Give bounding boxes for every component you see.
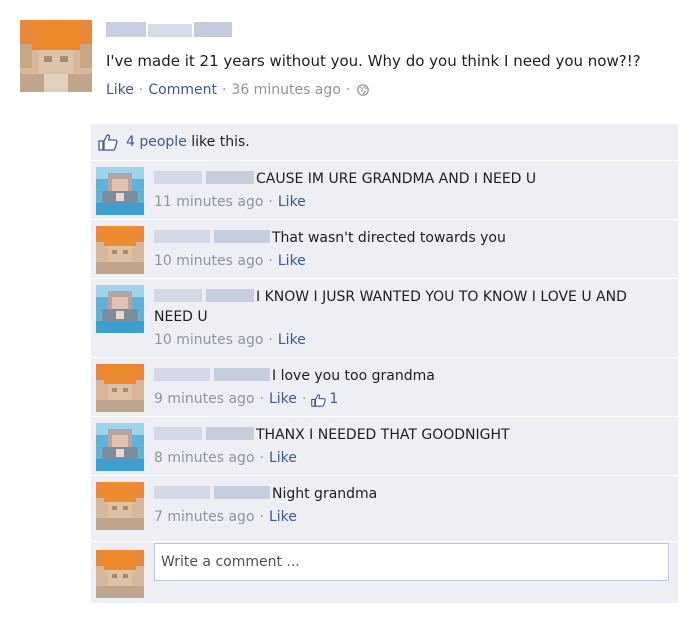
globe-icon[interactable] (357, 84, 370, 96)
likes-text-rest: like this. (186, 134, 250, 150)
poster-avatar[interactable] (96, 482, 144, 530)
comment-text: THANX I NEEDED THAT GOODNIGHT (256, 427, 510, 443)
separator-dot: · (345, 82, 351, 98)
comment-timestamp[interactable]: 10 minutes ago (154, 330, 263, 350)
separator-dot: · (268, 332, 273, 348)
comment-item: I love you too grandma 9 minutes ago · L… (91, 357, 678, 416)
comment-item: CAUSE IM URE GRANDMA AND I NEED U 11 min… (91, 160, 678, 219)
separator-dot: · (301, 391, 307, 407)
comment-timestamp[interactable]: 7 minutes ago (154, 507, 255, 527)
commenter-name-blurred[interactable] (154, 426, 254, 440)
comment-body: Night grandma 7 minutes ago · Like (154, 484, 669, 527)
comment-like-link[interactable]: Like (278, 192, 306, 212)
grandma-avatar[interactable] (96, 423, 144, 471)
separator-dot: · (268, 194, 273, 210)
post-actions: Like · Comment · 36 minutes ago · (106, 82, 370, 98)
comment-body: CAUSE IM URE GRANDMA AND I NEED U 11 min… (154, 169, 669, 212)
comment-timestamp[interactable]: 8 minutes ago (154, 448, 255, 468)
comment-footer: 7 minutes ago · Like (154, 507, 669, 527)
commenter-name-blurred[interactable] (154, 170, 254, 184)
commenter-name-blurred[interactable] (154, 367, 270, 381)
separator-dot: · (259, 450, 264, 466)
comment-input[interactable] (154, 543, 669, 581)
comment-text: Night grandma (272, 486, 378, 502)
poster-avatar[interactable] (96, 364, 144, 412)
comment-timestamp[interactable]: 11 minutes ago (154, 192, 263, 212)
comment-like-link[interactable]: Like (269, 389, 297, 409)
comment-item: Night grandma 7 minutes ago · Like (91, 475, 678, 541)
comment-like-link[interactable]: Like (278, 251, 306, 271)
comment-like-link[interactable]: Like (269, 448, 297, 468)
likes-text: 4 people like this. (126, 134, 250, 150)
like-count-value: 1 (329, 391, 339, 407)
comment-footer: 10 minutes ago · Like (154, 330, 669, 350)
comment-like-link[interactable]: Like (278, 330, 306, 350)
comment-like-link[interactable]: Like (269, 507, 297, 527)
separator-dot: · (268, 253, 273, 269)
comment-footer: 9 minutes ago · Like · 1 (154, 389, 669, 409)
poster-name-blurred[interactable] (106, 22, 232, 37)
post-comment-link[interactable]: Comment (148, 82, 217, 98)
grandma-avatar[interactable] (96, 285, 144, 333)
comment-body: That wasn't directed towards you 10 minu… (154, 228, 669, 271)
comment-body: THANX I NEEDED THAT GOODNIGHT 8 minutes … (154, 425, 669, 468)
separator-dot: · (221, 82, 227, 98)
poster-avatar[interactable] (96, 226, 144, 274)
comment-like-count[interactable]: 1 (311, 389, 338, 409)
comment-timestamp[interactable]: 10 minutes ago (154, 251, 263, 271)
comments-panel: 4 people like this. CAUSE IM URE GRANDMA… (91, 124, 678, 603)
comment-item: I KNOW I JUSR WANTED YOU TO KNOW I LOVE … (91, 278, 678, 357)
comment-footer: 10 minutes ago · Like (154, 251, 669, 271)
likes-summary: 4 people like this. (91, 124, 678, 160)
poster-avatar[interactable] (20, 20, 92, 92)
poster-avatar[interactable] (96, 550, 144, 598)
commenter-name-blurred[interactable] (154, 229, 270, 243)
comment-footer: 11 minutes ago · Like (154, 192, 669, 212)
comment-item: That wasn't directed towards you 10 minu… (91, 219, 678, 278)
grandma-avatar[interactable] (96, 167, 144, 215)
commenter-name-blurred[interactable] (154, 485, 270, 499)
comment-text: CAUSE IM URE GRANDMA AND I NEED U (256, 171, 537, 187)
thumbs-up-icon (311, 393, 327, 407)
commenter-name-blurred[interactable] (154, 288, 254, 302)
post-text: I've made it 21 years without you. Why d… (106, 52, 641, 70)
likes-count-link[interactable]: 4 people (126, 134, 187, 150)
separator-dot: · (259, 391, 264, 407)
post-timestamp[interactable]: 36 minutes ago (231, 82, 340, 98)
comment-text: I love you too grandma (272, 368, 435, 384)
comment-body: I KNOW I JUSR WANTED YOU TO KNOW I LOVE … (154, 287, 669, 350)
comment-composer (91, 541, 678, 604)
comment-body: I love you too grandma 9 minutes ago · L… (154, 366, 669, 409)
comment-footer: 8 minutes ago · Like (154, 448, 669, 468)
comment-timestamp[interactable]: 9 minutes ago (154, 389, 255, 409)
thumbs-up-icon (98, 133, 118, 151)
separator-dot: · (138, 82, 144, 98)
comment-text: That wasn't directed towards you (272, 230, 506, 246)
post-like-link[interactable]: Like (106, 82, 134, 98)
comment-item: THANX I NEEDED THAT GOODNIGHT 8 minutes … (91, 416, 678, 475)
separator-dot: · (259, 509, 264, 525)
